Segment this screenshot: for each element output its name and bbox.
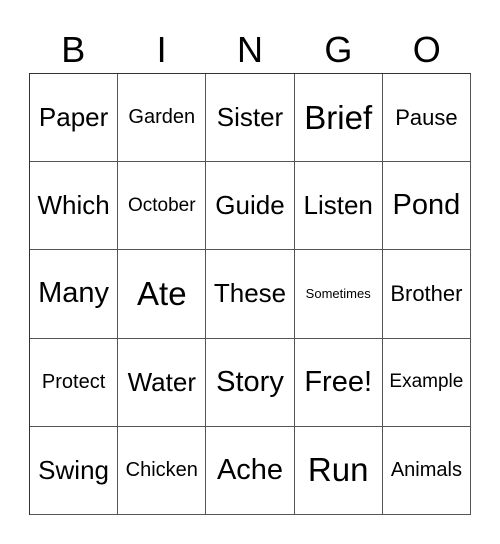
bingo-cell[interactable]: Chicken [118,426,207,515]
bingo-cell[interactable]: Sometimes [294,250,383,339]
bingo-cell[interactable]: Garden [118,74,207,163]
bingo-cell[interactable]: Story [206,338,295,427]
bingo-cell[interactable]: Sister [206,74,295,163]
header-letter-b: B [61,29,86,70]
bingo-cell[interactable]: These [206,250,295,339]
bingo-header: B I N G O [29,26,471,74]
header-letter-n: N [236,29,263,70]
bingo-cell[interactable]: Many [30,250,119,339]
bingo-cell[interactable]: Pond [382,162,471,251]
bingo-grid: Paper Garden Sister Brief Pause Which Oc… [29,73,471,515]
header-letter-o: O [412,29,441,70]
bingo-cell[interactable]: Ate [118,250,207,339]
bingo-cell[interactable]: Run [294,426,383,515]
bingo-cell[interactable]: October [118,162,207,251]
bingo-cell[interactable]: Protect [30,338,119,427]
bingo-cell[interactable]: Water [118,338,207,427]
bingo-cell free-space[interactable]: Free! [294,338,383,427]
bingo-cell[interactable]: Brief [294,74,383,163]
bingo-cell[interactable]: Swing [30,426,119,515]
bingo-cell[interactable]: Example [382,338,471,427]
header-letter-g: G [324,29,353,70]
bingo-cell[interactable]: Pause [382,74,471,163]
bingo-cell[interactable]: Guide [206,162,295,251]
bingo-cell[interactable]: Brother [382,250,471,339]
bingo-cell[interactable]: Ache [206,426,295,515]
bingo-cell[interactable]: Listen [294,162,383,251]
bingo-cell[interactable]: Which [30,162,119,251]
bingo-cell[interactable]: Animals [382,426,471,515]
header-letter-i: I [156,29,167,70]
bingo-cell[interactable]: Paper [30,74,119,163]
